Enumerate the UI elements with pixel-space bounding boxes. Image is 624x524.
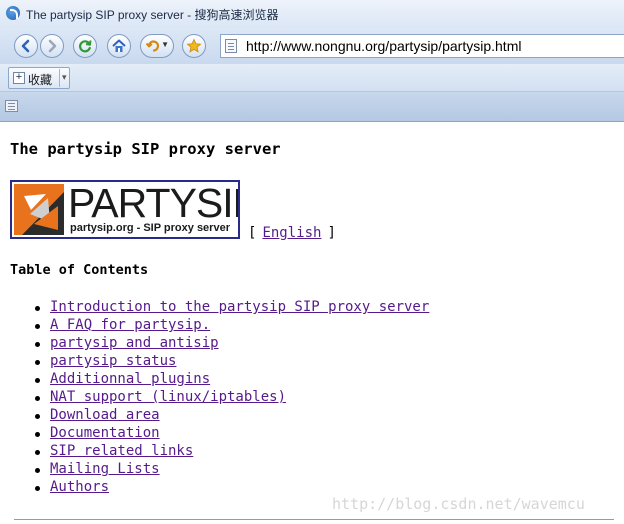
refresh-icon bbox=[79, 40, 92, 53]
chevron-down-icon: ▼ bbox=[161, 40, 169, 49]
watermark: http://blog.csdn.net/wavemcu bbox=[332, 495, 585, 513]
toc-link-introduction[interactable]: Introduction to the partysip SIP proxy s… bbox=[50, 299, 429, 315]
refresh-button[interactable] bbox=[73, 34, 97, 58]
page-icon bbox=[225, 39, 237, 53]
favorites-bar: + 收藏 ▾ bbox=[0, 64, 624, 92]
favorite-star-icon bbox=[186, 38, 202, 53]
page-title: The partysip SIP proxy server bbox=[10, 140, 281, 158]
toc-link-nat-support[interactable]: NAT support (linux/iptables) bbox=[50, 389, 286, 405]
bullet-icon bbox=[35, 306, 40, 311]
bracket-close: ] bbox=[327, 225, 336, 241]
divider bbox=[59, 69, 60, 87]
logo-wordmark: PARTYSIP bbox=[68, 180, 240, 226]
toc-link-download[interactable]: Download area bbox=[50, 407, 160, 423]
tab-strip bbox=[0, 92, 624, 122]
sidebar-toggle-icon[interactable] bbox=[5, 100, 18, 112]
favorites-label: 收藏 bbox=[28, 73, 53, 87]
address-text[interactable]: http://www.nongnu.org/partysip/partysip.… bbox=[246, 38, 521, 54]
bullet-icon bbox=[35, 414, 40, 419]
back-icon bbox=[21, 39, 30, 53]
toc-link-mailing-lists[interactable]: Mailing Lists bbox=[50, 461, 160, 477]
bullet-icon bbox=[35, 396, 40, 401]
favorite-button[interactable] bbox=[182, 34, 206, 58]
logo-mark-icon bbox=[14, 184, 64, 235]
partysip-logo: PARTYSIP partysip.org - SIP proxy server bbox=[10, 180, 240, 239]
bullet-icon bbox=[35, 468, 40, 473]
bullet-icon bbox=[35, 360, 40, 365]
toc-link-antisip[interactable]: partysip and antisip bbox=[50, 335, 219, 351]
bullet-icon bbox=[35, 450, 40, 455]
toc-link-faq[interactable]: A FAQ for partysip. bbox=[50, 317, 210, 333]
toc-link-documentation[interactable]: Documentation bbox=[50, 425, 160, 441]
toc-link-status[interactable]: partysip status bbox=[50, 353, 176, 369]
bullet-icon bbox=[35, 432, 40, 437]
browser-logo-icon bbox=[6, 6, 20, 20]
bullet-icon bbox=[35, 486, 40, 491]
toc-link-sip-links[interactable]: SIP related links bbox=[50, 443, 193, 459]
home-icon bbox=[112, 39, 126, 52]
add-favorite-icon: + bbox=[13, 72, 25, 84]
horizontal-rule bbox=[14, 519, 614, 520]
forward-icon bbox=[48, 39, 57, 53]
undo-close-button[interactable]: ▼ bbox=[140, 34, 174, 58]
undo-icon bbox=[145, 40, 160, 52]
bullet-icon bbox=[35, 378, 40, 383]
home-button[interactable] bbox=[107, 34, 131, 58]
bracket-open: [ bbox=[248, 225, 257, 241]
back-button[interactable] bbox=[14, 34, 38, 58]
english-link[interactable]: English bbox=[262, 225, 321, 241]
bullet-icon bbox=[35, 342, 40, 347]
title-bar: The partysip SIP proxy server - 搜狗高速浏览器 bbox=[0, 0, 624, 28]
favorites-button[interactable]: + 收藏 ▾ bbox=[8, 67, 70, 89]
bullet-icon bbox=[35, 324, 40, 329]
chevron-down-icon[interactable]: ▾ bbox=[62, 72, 67, 83]
logo-tagline: partysip.org - SIP proxy server bbox=[70, 222, 230, 234]
address-bar[interactable]: http://www.nongnu.org/partysip/partysip.… bbox=[220, 34, 624, 58]
forward-button[interactable] bbox=[40, 34, 64, 58]
language-selector: [ English] bbox=[248, 225, 336, 241]
window-title: The partysip SIP proxy server - 搜狗高速浏览器 bbox=[26, 8, 279, 22]
toc-link-plugins[interactable]: Additionnal plugins bbox=[50, 371, 210, 387]
toc-heading: Table of Contents bbox=[10, 262, 149, 278]
toc-link-authors[interactable]: Authors bbox=[50, 479, 109, 495]
